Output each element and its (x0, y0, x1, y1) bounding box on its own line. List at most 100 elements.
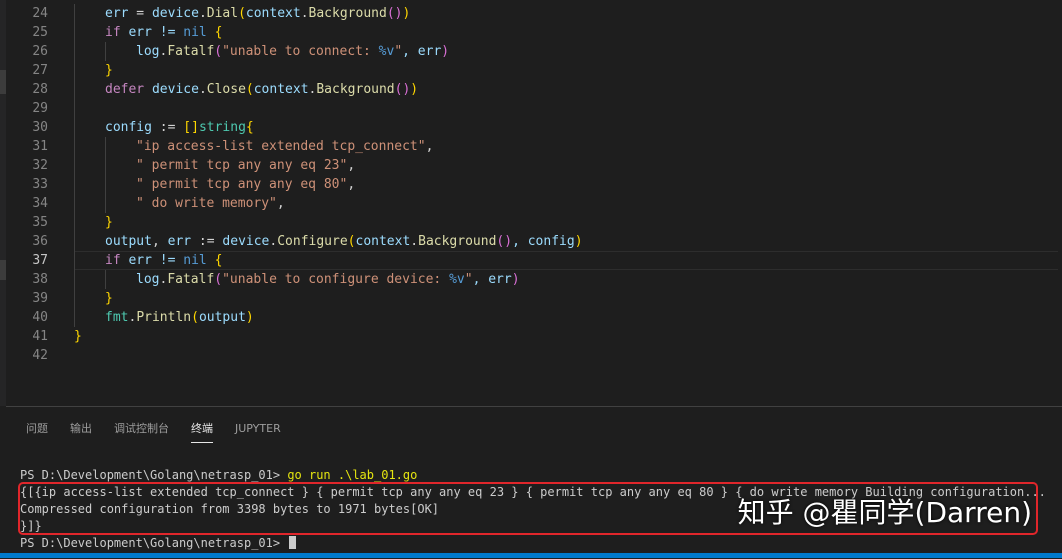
code-token: , (347, 158, 356, 173)
code-token: ) (245, 310, 254, 325)
code-token: , config (512, 234, 575, 249)
indent-guide (74, 175, 75, 194)
line-number: 28 (32, 82, 48, 97)
line-number: 33 (32, 177, 48, 192)
line-number: 26 (32, 44, 48, 59)
code-token: output (105, 234, 152, 249)
watermark: 知乎 @瞿同学(Darren) (737, 496, 1032, 529)
code-token: "ip access-list extended tcp_connect" (136, 139, 426, 154)
code-text: fmt.Println(output) (105, 308, 254, 327)
panel-tab[interactable]: 调试控制台 (114, 421, 180, 443)
indent-guide (74, 4, 75, 23)
code-token: Background (418, 234, 497, 249)
code-line[interactable]: 37 if err != nil { (6, 251, 1062, 270)
code-editor[interactable]: 24 err = device.Dial(context.Background()… (6, 0, 1062, 406)
code-token: err != (120, 253, 184, 268)
terminal-input-line[interactable]: PS D:\Development\Golang\netrasp_01> (20, 535, 297, 552)
code-line[interactable]: 24 err = device.Dial(context.Background()… (6, 4, 1062, 23)
status-bar (0, 553, 1062, 558)
code-token: := (151, 120, 184, 135)
code-token: log (136, 44, 160, 59)
code-line[interactable]: 41} (6, 327, 1062, 346)
indent-guide (105, 194, 106, 213)
code-line[interactable]: 30 config := []string{ (6, 118, 1062, 137)
code-token: Fatalf (167, 44, 215, 59)
code-text: " do write memory", (136, 194, 285, 213)
code-token: ( (191, 310, 199, 325)
code-text: err = device.Dial(context.Background()) (105, 4, 410, 23)
panel-tab[interactable]: 问题 (26, 421, 59, 443)
code-line[interactable]: 33 " permit tcp any any eq 80", (6, 175, 1062, 194)
code-text: " permit tcp any any eq 23", (136, 156, 355, 175)
panel-tab[interactable]: JUPYTER (235, 421, 292, 443)
code-token: context (355, 234, 411, 249)
code-token: ) (402, 6, 411, 21)
terminal-prompt: PS D:\Development\Golang\netrasp_01> (20, 468, 288, 482)
code-line[interactable]: 38 log.Fatalf("unable to configure device… (6, 270, 1062, 289)
indent-guide (105, 42, 106, 61)
code-token: ( (245, 82, 254, 97)
code-token: ) (511, 272, 520, 287)
panel-tabs: 问题 输出 调试控制台 终端 JUPYTER (26, 421, 303, 443)
code-token: } (105, 291, 113, 306)
code-token: [] (183, 120, 199, 135)
code-line[interactable]: 27} (6, 61, 1062, 80)
code-token: ) (441, 44, 450, 59)
terminal-command: go run .\lab_01.go (287, 468, 418, 482)
code-line[interactable]: 40 fmt.Println(output) (6, 308, 1062, 327)
code-line[interactable]: 35} (6, 213, 1062, 232)
line-number: 30 (32, 120, 48, 135)
line-number: 35 (32, 215, 48, 230)
line-number: 37 (32, 253, 48, 268)
code-token: () (496, 234, 513, 249)
code-token: } (105, 215, 113, 230)
line-number: 27 (32, 63, 48, 78)
code-text: } (105, 289, 113, 308)
code-line[interactable]: 42 (6, 346, 1062, 365)
code-text: log.Fatalf("unable to connect: %v", err) (136, 42, 449, 61)
line-number: 34 (32, 196, 48, 211)
code-token: } (74, 329, 82, 344)
line-number: 29 (32, 101, 48, 116)
code-token: " (394, 44, 403, 59)
line-number: 42 (32, 348, 48, 363)
code-token: ( (238, 6, 246, 21)
code-line[interactable]: 25 if err != nil { (6, 23, 1062, 42)
indent-guide (74, 118, 75, 137)
code-token: %v (378, 44, 395, 59)
code-line[interactable]: 39} (6, 289, 1062, 308)
code-line[interactable]: 29 (6, 99, 1062, 118)
code-token: Background (308, 6, 387, 21)
code-token: defer (105, 82, 145, 97)
code-line[interactable]: 26 log.Fatalf("unable to connect: %v", er… (6, 42, 1062, 61)
code-token: device (151, 6, 199, 21)
code-token: ( (214, 44, 223, 59)
code-line[interactable]: 34 " do write memory", (6, 194, 1062, 213)
code-line[interactable]: 36 output, err := device. Configure(contex… (6, 232, 1062, 251)
code-line[interactable]: 31 "ip access-list extended tcp_connect", (6, 137, 1062, 156)
code-token: "unable to configure device: (222, 272, 450, 287)
code-token: fmt (105, 310, 129, 325)
indent-guide (74, 80, 75, 99)
code-token: , (425, 139, 434, 154)
code-token: . (410, 234, 419, 249)
code-line[interactable]: 32 " permit tcp any any eq 23", (6, 156, 1062, 175)
code-token: device (222, 234, 270, 249)
code-token: output (198, 310, 246, 325)
indent-guide (105, 156, 106, 175)
terminal-cursor (289, 536, 297, 549)
indent-guide (105, 137, 106, 156)
code-token: } (105, 63, 113, 78)
indent-guide (74, 61, 75, 80)
indent-guide (74, 213, 75, 232)
panel-tab[interactable]: 终端 (191, 421, 224, 443)
indent-guide (74, 232, 75, 251)
code-token: . (198, 82, 207, 97)
code-text: if err != nil { (105, 251, 222, 270)
code-token: device (144, 82, 199, 97)
code-line[interactable]: 28 defer device.Close(context.Background(… (6, 80, 1062, 99)
panel-tab[interactable]: 输出 (70, 421, 103, 443)
line-number: 39 (32, 291, 48, 306)
line-number: 31 (32, 139, 48, 154)
line-number: 41 (32, 329, 48, 344)
